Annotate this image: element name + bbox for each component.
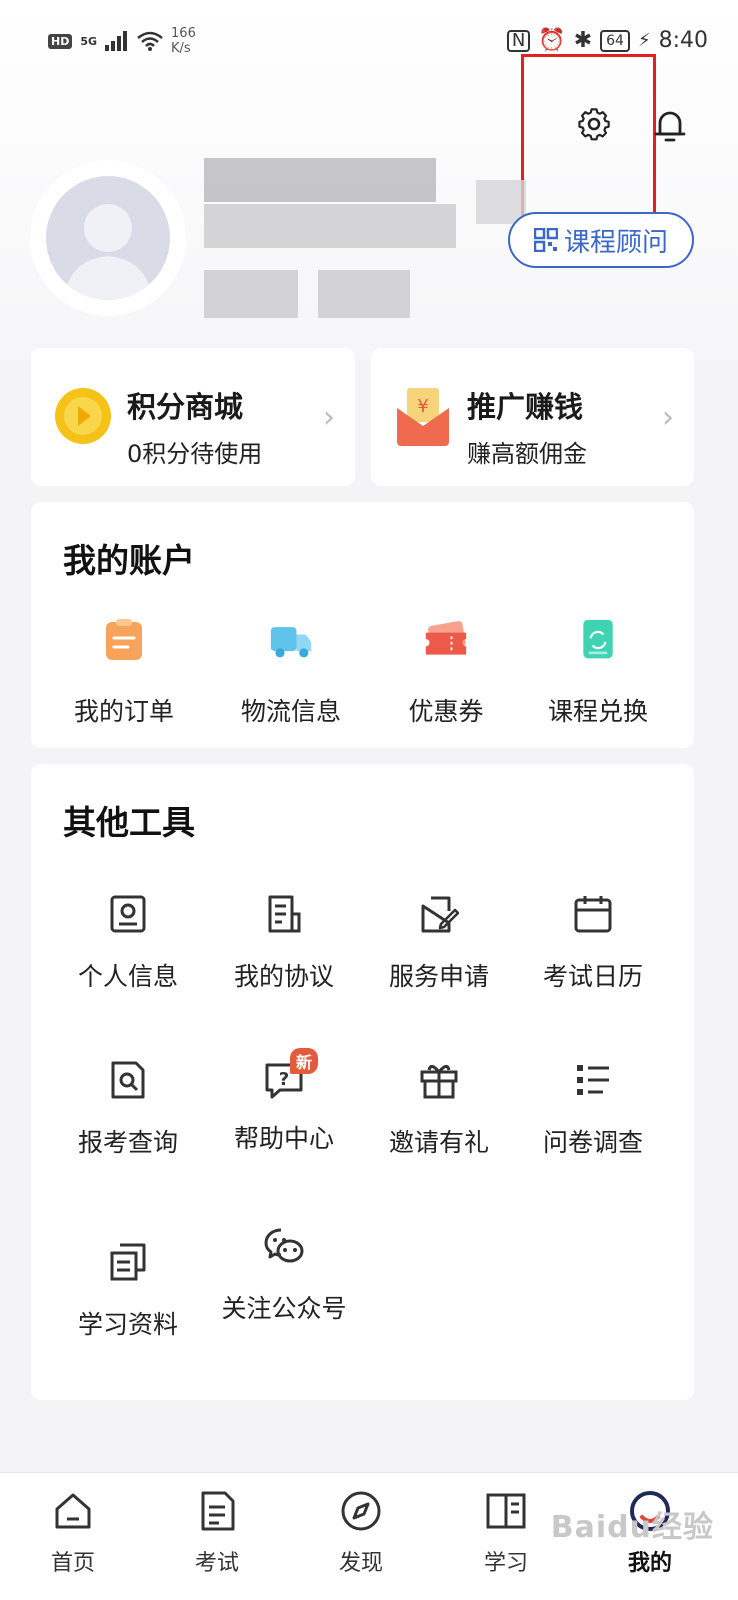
clock: 8:40 [658,28,708,53]
svg-text:¥: ¥ [417,396,428,417]
edit-icon [421,896,460,933]
nfc-icon: N [506,29,531,52]
list-icon [577,1065,609,1095]
nav-exam[interactable]: 考试 [167,1489,267,1577]
invite-gift-label: 邀请有礼 [388,1128,489,1157]
logistics-info-item[interactable]: 物流信息 [216,618,366,728]
wifi-icon [137,31,163,51]
network-type: 5G [80,34,98,48]
other-tools-title: 其他工具 [63,803,195,842]
course-exchange-item[interactable]: 课程兑换 [523,618,673,728]
exam-query-label: 报考查询 [77,1128,178,1157]
default-avatar-icon [64,204,152,300]
points-mall-subtitle: 0积分待使用 [127,440,263,468]
points-mall-title: 积分商城 [127,390,244,424]
document-icon [268,895,301,933]
exam-calendar-label: 考试日历 [542,962,643,991]
exam-icon [201,1491,235,1531]
my-orders-label: 我的订单 [73,697,174,726]
nav-discover-label: 发现 [338,1551,383,1576]
search-doc-icon [111,1061,145,1099]
referral-earn-subtitle: 赚高额佣金 [467,440,587,468]
new-badge: 新 [290,1048,319,1074]
truck-icon [270,627,312,658]
nav-study-label: 学习 [483,1551,528,1576]
points-mall-card[interactable]: 积分商城 0积分待使用 › [31,348,355,486]
my-orders-item[interactable]: 我的订单 [49,618,199,728]
coupons-label: 优惠券 [408,697,484,726]
questionnaire-item[interactable]: 问卷调查 [518,1060,668,1160]
help-center-label: 帮助中心 [233,1124,334,1153]
points-coin-icon [55,388,111,444]
order-icon [106,619,142,660]
logistics-info-label: 物流信息 [240,697,341,726]
avatar[interactable] [46,176,170,300]
signal-icon [105,31,128,51]
referral-earn-card[interactable]: ¥ 推广赚钱 赚高额佣金 › [371,348,694,486]
red-envelope-icon: ¥ [397,388,449,446]
nav-mine-label: 我的 [627,1551,672,1576]
nav-exam-label: 考试 [194,1551,239,1576]
referral-earn-title: 推广赚钱 [467,390,584,424]
baidu-watermark: Baidu经验 [550,1510,714,1545]
my-agreement-label: 我的协议 [233,962,334,991]
book-icon [486,1493,526,1529]
course-advisor-button[interactable]: 课程顾问 [508,212,694,268]
invite-gift-item[interactable]: 邀请有礼 [364,1060,514,1160]
alarm-icon: ⏰ [538,28,566,53]
profile-card-icon [110,895,146,933]
chevron-right-icon: › [323,400,335,435]
svg-text:?: ? [279,1069,289,1090]
nav-home-label: 首页 [50,1551,95,1576]
notification-bell-icon[interactable] [652,106,688,144]
personal-info-item[interactable]: 个人信息 [53,894,203,994]
exam-calendar-item[interactable]: 考试日历 [518,894,668,994]
calendar-icon [574,896,612,933]
course-advisor-label: 课程顾问 [563,227,668,258]
follow-official-account-item[interactable]: 关注公众号 [221,1226,347,1326]
charging-icon: ⚡ [637,30,651,51]
bluetooth-icon: ✱ [573,28,593,53]
my-account-title: 我的账户 [63,541,195,580]
study-materials-item[interactable]: 学习资料 [53,1242,203,1342]
nav-home[interactable]: 首页 [23,1489,123,1577]
wechat-icon [264,1228,304,1263]
battery-indicator: 64 [600,29,630,52]
gift-icon [420,1065,458,1099]
qr-code-icon [533,228,558,252]
coupons-item[interactable]: 优惠券 [371,618,521,728]
settings-gear-icon[interactable] [576,106,612,142]
nav-study[interactable]: 学习 [456,1489,556,1577]
course-exchange-label: 课程兑换 [547,697,648,726]
files-icon [110,1243,146,1281]
nav-discover[interactable]: 发现 [311,1489,411,1577]
network-speed: 166 K/s [171,26,196,56]
home-icon [55,1493,91,1529]
follow-official-account-label: 关注公众号 [221,1294,347,1323]
chevron-right-icon: › [662,400,674,435]
my-account-section: 我的账户 我的订单 物流信息 优惠券 课程兑换 [31,502,694,748]
exam-query-item[interactable]: 报考查询 [53,1060,203,1160]
coupon-icon [425,621,467,655]
help-center-item[interactable]: ? 新 帮助中心 [209,1048,359,1156]
hd-badge: HD [48,33,73,49]
my-agreement-item[interactable]: 我的协议 [209,894,359,994]
service-request-label: 服务申请 [388,962,489,991]
service-request-item[interactable]: 服务申请 [364,894,514,994]
questionnaire-label: 问卷调查 [542,1128,643,1157]
study-materials-label: 学习资料 [77,1310,178,1339]
compass-icon [341,1491,381,1531]
other-tools-section: 其他工具 个人信息 我的协议 服务申请 考试日历 报考查询 ? 新 帮助中心 邀… [31,764,694,1400]
personal-info-label: 个人信息 [77,962,178,991]
exchange-icon [583,619,613,659]
